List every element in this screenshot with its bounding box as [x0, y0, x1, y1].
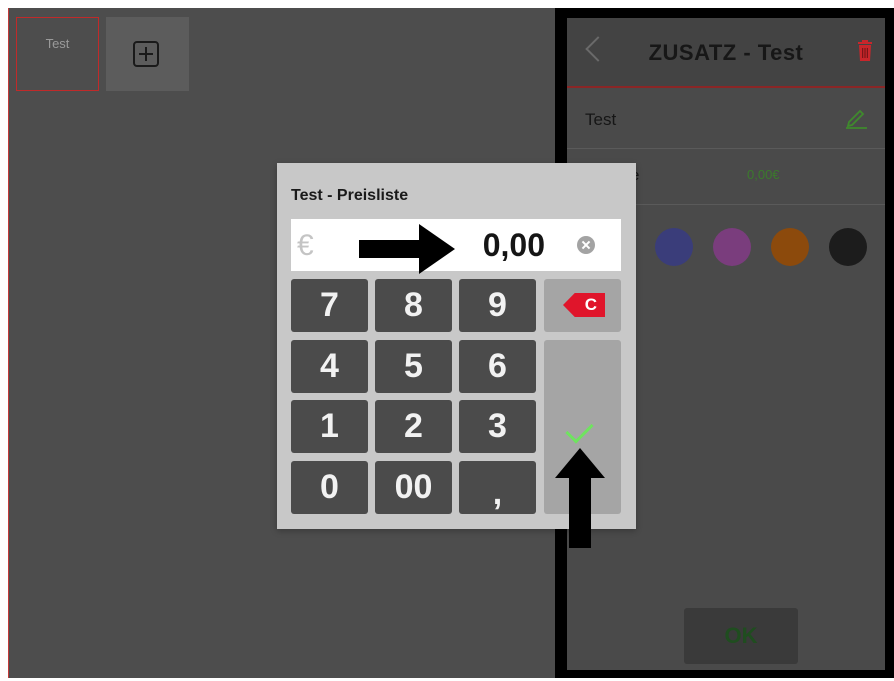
- clear-input-icon[interactable]: [577, 236, 595, 254]
- arrow-right-icon: [359, 224, 455, 274]
- amount-value: 0,00: [482, 227, 545, 263]
- key-3[interactable]: 3: [459, 400, 536, 453]
- key-1[interactable]: 1: [291, 400, 368, 453]
- price-value: 0,00€: [747, 167, 780, 182]
- clear-tag-icon: C: [563, 293, 605, 317]
- arrow-up-icon: [555, 448, 605, 548]
- side-panel-title: ZUSATZ - Test: [648, 40, 804, 65]
- plus-icon: [133, 41, 159, 67]
- add-item-button[interactable]: [106, 17, 189, 91]
- key-0[interactable]: 0: [291, 461, 368, 514]
- color-swatch-purple[interactable]: [713, 228, 751, 266]
- amount-input[interactable]: € 0,00: [291, 219, 621, 271]
- name-row: Test: [567, 88, 885, 149]
- item-tile-label: Test: [45, 36, 70, 51]
- key-5[interactable]: 5: [375, 340, 452, 393]
- color-swatch-blue[interactable]: [655, 228, 693, 266]
- key-7[interactable]: 7: [291, 279, 368, 332]
- key-8[interactable]: 8: [375, 279, 452, 332]
- key-6[interactable]: 6: [459, 340, 536, 393]
- trash-icon[interactable]: [857, 40, 873, 62]
- key-00[interactable]: 00: [375, 461, 452, 514]
- check-icon: [565, 415, 594, 444]
- ok-button[interactable]: OK: [684, 608, 798, 664]
- key-comma[interactable]: ,: [459, 461, 536, 514]
- side-panel-header: ZUSATZ - Test: [567, 18, 885, 88]
- clear-button[interactable]: C: [544, 279, 621, 332]
- color-swatch-black[interactable]: [829, 228, 867, 266]
- pencil-icon[interactable]: [843, 104, 869, 130]
- key-4[interactable]: 4: [291, 340, 368, 393]
- color-swatch-orange[interactable]: [771, 228, 809, 266]
- currency-symbol: €: [297, 229, 314, 262]
- key-2[interactable]: 2: [375, 400, 452, 453]
- dialog-title: Test - Preisliste: [291, 187, 409, 204]
- item-name: Test: [585, 110, 617, 129]
- key-9[interactable]: 9: [459, 279, 536, 332]
- item-tile-test[interactable]: Test: [16, 17, 99, 91]
